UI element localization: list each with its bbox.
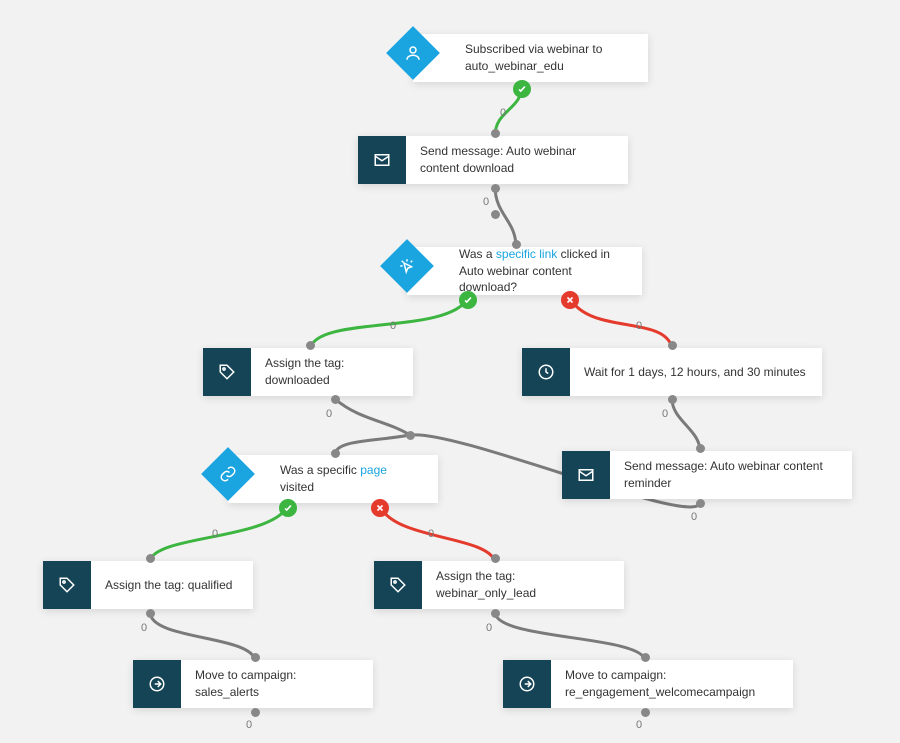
connector-dot: [251, 653, 260, 662]
connector-dot: [696, 499, 705, 508]
mail-icon: [562, 451, 610, 499]
connector-dot: [306, 341, 315, 350]
delay-label: 0: [246, 719, 252, 731]
page-link[interactable]: page: [360, 463, 387, 477]
node-tag-wol-text: Assign the tag: webinar_only_lead: [422, 560, 624, 610]
clock-icon: [522, 348, 570, 396]
specific-link[interactable]: specific link: [496, 247, 557, 261]
node-send1[interactable]: Send message: Auto webinar content downl…: [358, 136, 628, 184]
mail-icon: [358, 136, 406, 184]
node-cond-page-text: Was a specific page visited: [266, 454, 438, 504]
tag-icon: [203, 348, 251, 396]
delay-label: 0: [212, 528, 218, 540]
node-cond-link[interactable]: Was a specific link clicked in Auto webi…: [407, 247, 642, 295]
connector-dot: [668, 395, 677, 404]
connector-dot: [146, 609, 155, 618]
node-move-sales[interactable]: Move to campaign: sales_alerts: [133, 660, 373, 708]
delay-label: 0: [500, 107, 506, 119]
node-subscribed-text: Subscribed via webinar to auto_webinar_e…: [451, 33, 648, 83]
arrow-icon: [503, 660, 551, 708]
connector-dot: [491, 129, 500, 138]
connector-dot: [491, 210, 500, 219]
link-icon: [201, 447, 255, 501]
node-tag-wol[interactable]: Assign the tag: webinar_only_lead: [374, 561, 624, 609]
tag-icon: [43, 561, 91, 609]
delay-label: 0: [483, 196, 489, 208]
connector-dot: [331, 449, 340, 458]
node-tag-dl-text: Assign the tag: downloaded: [251, 347, 413, 397]
delay-label: 0: [390, 320, 396, 332]
checkmark-icon: [279, 499, 297, 517]
node-tag-qual[interactable]: Assign the tag: qualified: [43, 561, 253, 609]
connector-dot: [512, 240, 521, 249]
user-icon: [386, 26, 440, 80]
connector-dot: [491, 554, 500, 563]
delay-label: 0: [636, 719, 642, 731]
node-send2-text: Send message: Auto webinar content remin…: [610, 450, 852, 500]
connector-dot: [491, 609, 500, 618]
connector-dot: [641, 653, 650, 662]
node-send2[interactable]: Send message: Auto webinar content remin…: [562, 451, 852, 499]
delay-label: 0: [428, 528, 434, 540]
arrow-icon: [133, 660, 181, 708]
node-tag-dl[interactable]: Assign the tag: downloaded: [203, 348, 413, 396]
node-move-reeng-text: Move to campaign: re_engagement_welcomec…: [551, 659, 793, 709]
connector-dot: [251, 708, 260, 717]
connector-dot: [491, 184, 500, 193]
delay-label: 0: [691, 511, 697, 523]
delay-label: 0: [636, 320, 642, 332]
node-tag-qual-text: Assign the tag: qualified: [91, 569, 253, 602]
tag-icon: [374, 561, 422, 609]
connector-dot: [406, 431, 415, 440]
node-move-sales-text: Move to campaign: sales_alerts: [181, 659, 373, 709]
x-icon: [371, 499, 389, 517]
delay-label: 0: [326, 408, 332, 420]
checkmark-icon: [513, 80, 531, 98]
node-subscribed[interactable]: Subscribed via webinar to auto_webinar_e…: [413, 34, 648, 82]
connector-dot: [331, 395, 340, 404]
delay-label: 0: [141, 622, 147, 634]
connector-dot: [146, 554, 155, 563]
node-wait-text: Wait for 1 days, 12 hours, and 30 minute…: [570, 356, 822, 389]
connector-dot: [641, 708, 650, 717]
delay-label: 0: [486, 622, 492, 634]
click-icon: [380, 239, 434, 293]
delay-label: 0: [662, 408, 668, 420]
node-wait[interactable]: Wait for 1 days, 12 hours, and 30 minute…: [522, 348, 822, 396]
x-icon: [561, 291, 579, 309]
connector-dot: [696, 444, 705, 453]
node-move-reeng[interactable]: Move to campaign: re_engagement_welcomec…: [503, 660, 793, 708]
node-send1-text: Send message: Auto webinar content downl…: [406, 135, 628, 185]
connector-dot: [668, 341, 677, 350]
node-cond-page[interactable]: Was a specific page visited: [228, 455, 438, 503]
checkmark-icon: [459, 291, 477, 309]
